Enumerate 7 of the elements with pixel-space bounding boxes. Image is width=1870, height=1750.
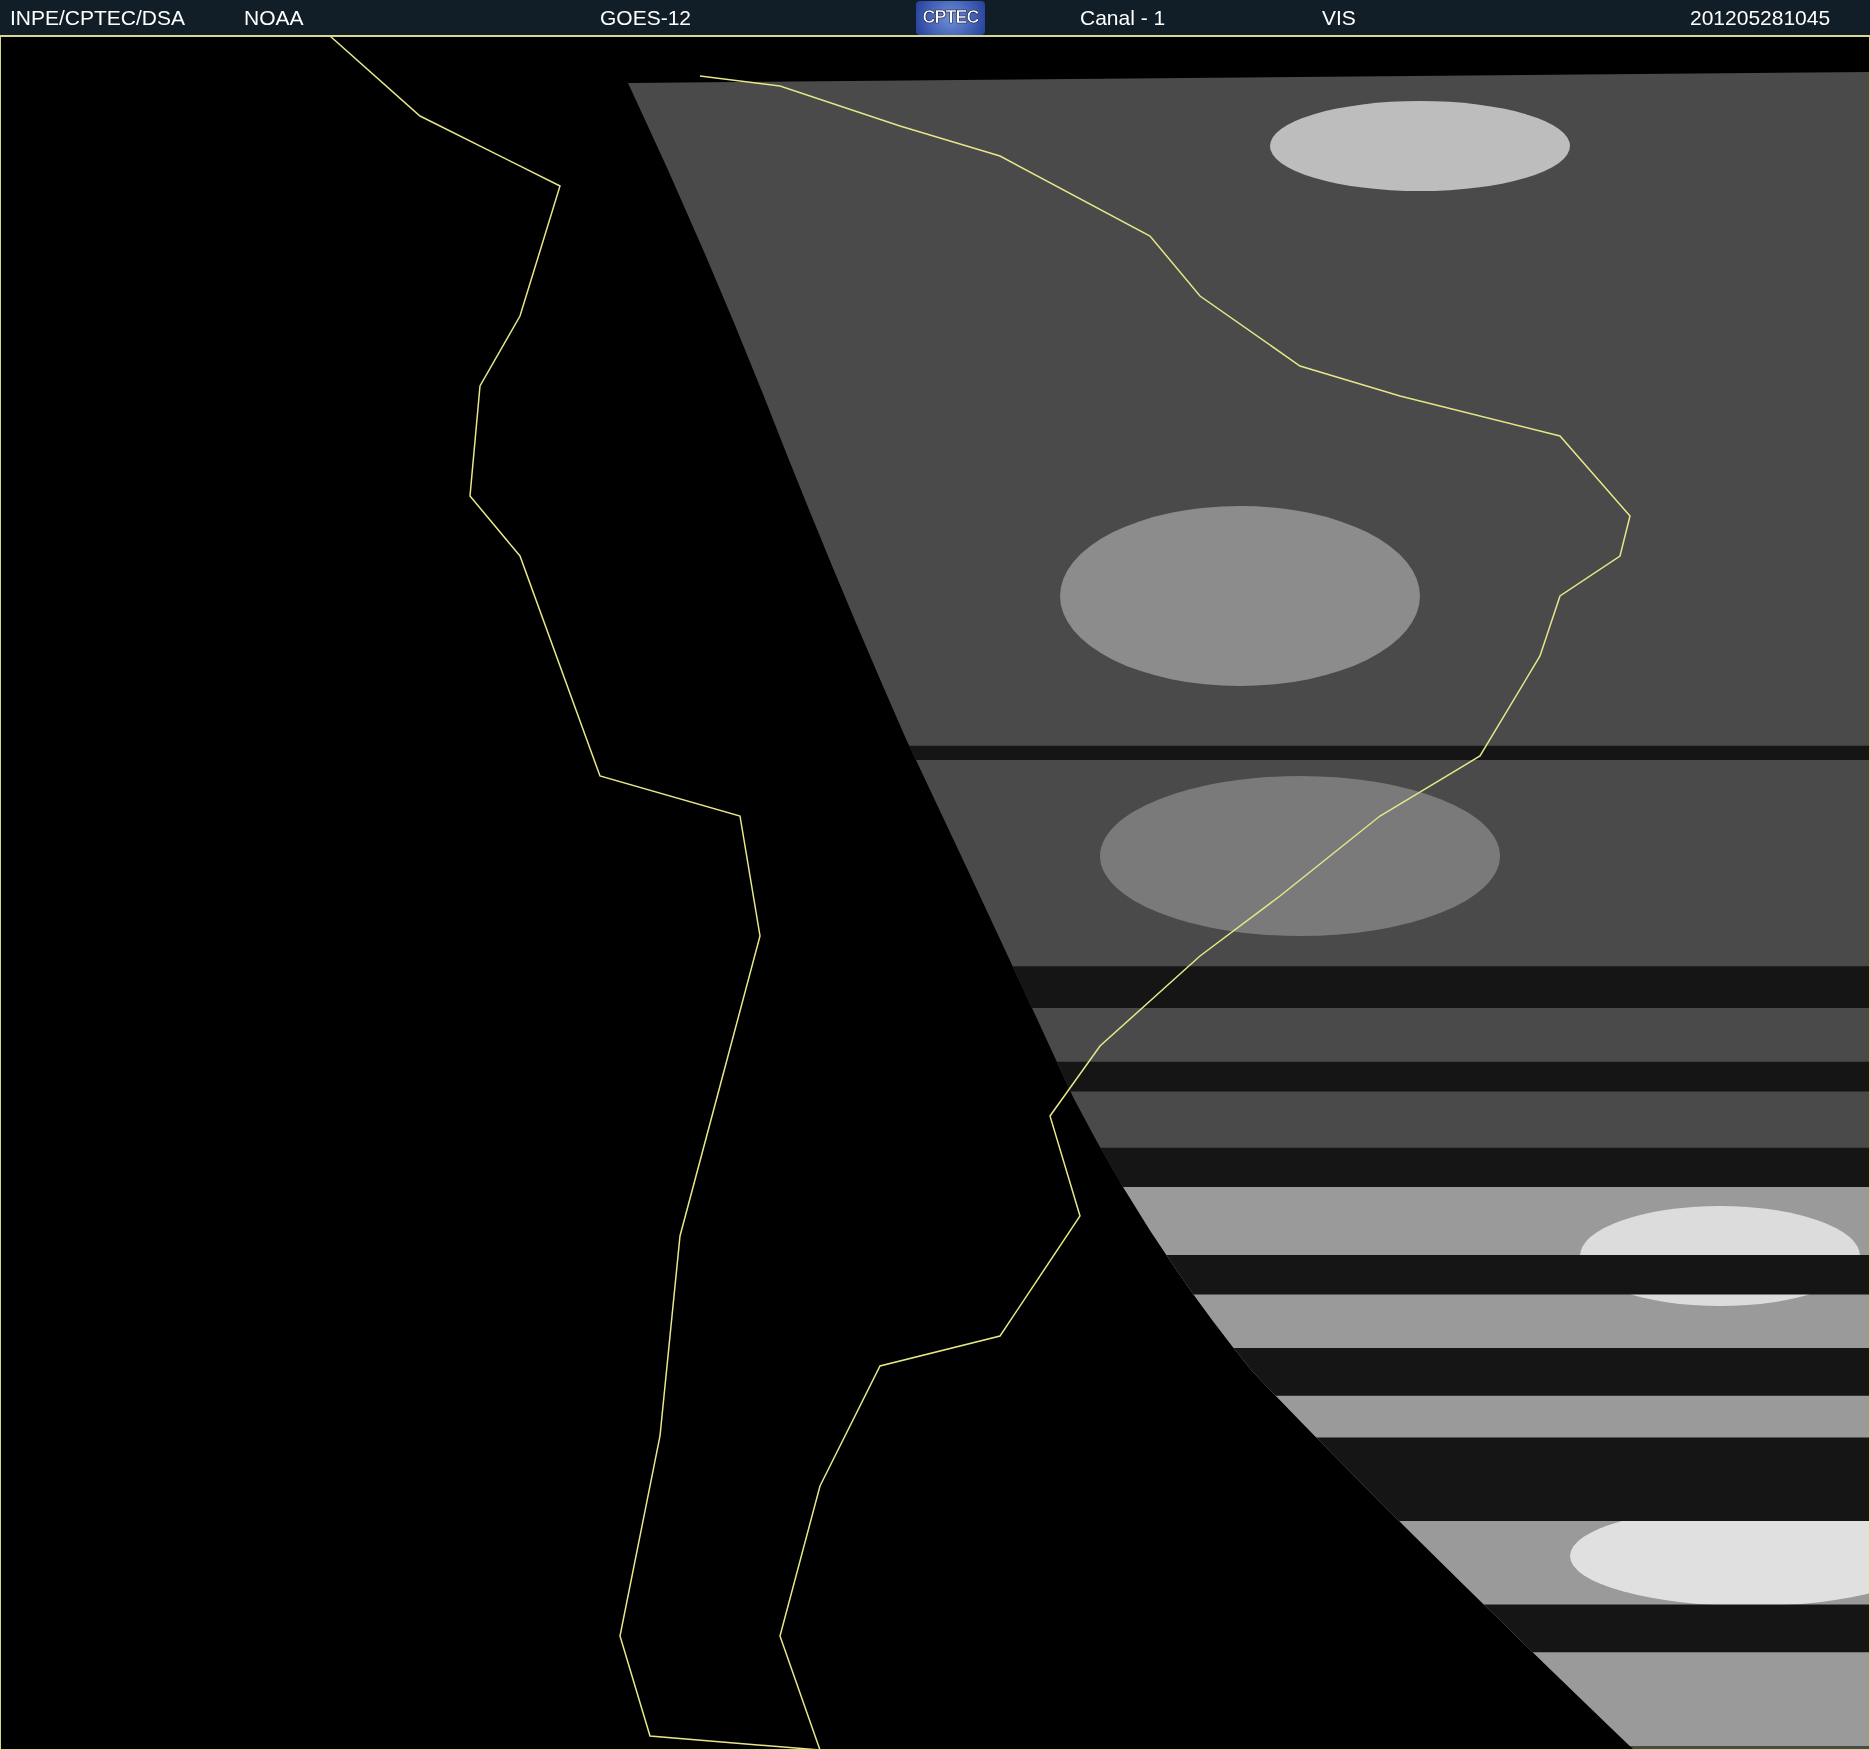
header-label: NOAA — [244, 5, 304, 30]
header-label: INPE/CPTEC/DSA — [10, 5, 186, 30]
header-label: Canal - 1 — [1080, 5, 1166, 30]
header-label: 201205281045 — [1690, 5, 1831, 30]
logo: CPTEC — [916, 0, 985, 35]
header-label: VIS — [1322, 5, 1356, 30]
header-label: GOES-12 — [600, 5, 692, 30]
